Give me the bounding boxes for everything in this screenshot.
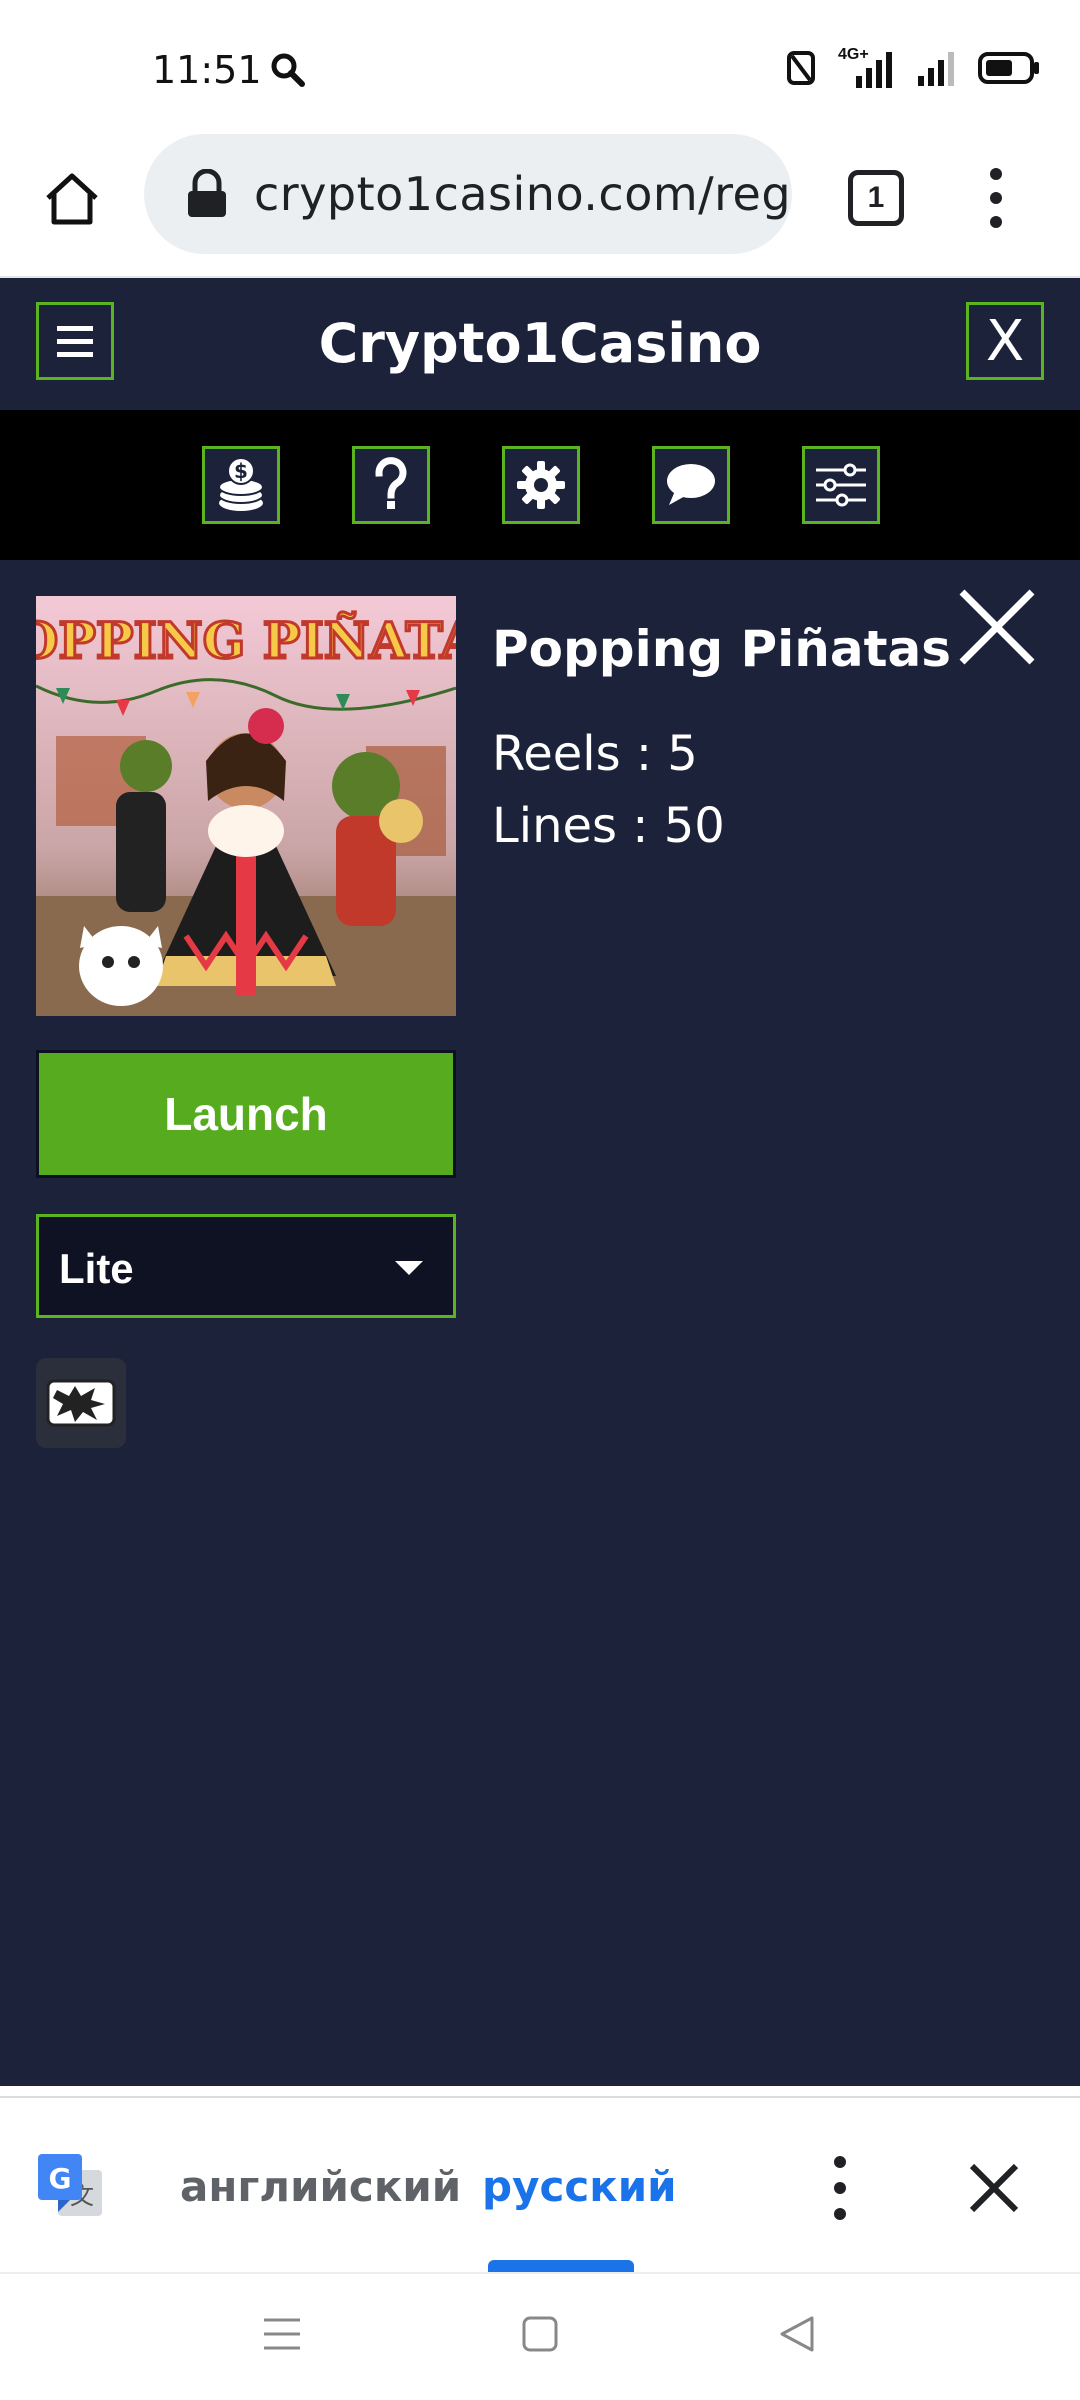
dot-icon [834, 2156, 846, 2168]
coins-icon: $ [218, 457, 264, 511]
translate-menu-button[interactable] [830, 2156, 850, 2220]
address-bar[interactable]: crypto1casino.com/regis [144, 134, 792, 254]
launch-button[interactable]: Launch [36, 1050, 456, 1178]
caret-down-icon [395, 1261, 423, 1275]
gear-icon [517, 461, 565, 509]
settings-button[interactable] [502, 446, 580, 524]
active-tab-indicator [488, 2260, 634, 2272]
dot-icon [834, 2182, 846, 2194]
help-icon [375, 457, 407, 509]
filters-button[interactable] [802, 446, 880, 524]
game-detail-panel: POPPING PIÑATAS Popping Piñatas Reels : … [0, 560, 1080, 2090]
browser-toolbar: crypto1casino.com/regis 1 [0, 132, 1080, 278]
dot-icon [990, 192, 1002, 204]
home-button[interactable] [36, 162, 108, 234]
square-icon [522, 2316, 558, 2352]
close-icon [959, 589, 1035, 665]
back-triangle-icon [780, 2316, 814, 2352]
game-lines: Lines : 50 [492, 798, 725, 854]
target-language-tab[interactable]: русский [482, 2162, 677, 2211]
battery-icon [978, 52, 1040, 89]
mode-select-value: Lite [59, 1245, 134, 1292]
recent-apps-button[interactable] [262, 2314, 302, 2359]
dot-icon [990, 216, 1002, 228]
sliders-icon [816, 463, 866, 507]
home-icon [46, 173, 98, 225]
search-icon [270, 52, 306, 93]
svg-text:G: G [49, 2162, 72, 2195]
signal-icon [916, 50, 956, 91]
dot-icon [990, 168, 1002, 180]
close-panel-button[interactable] [956, 586, 1038, 668]
dot-icon [834, 2208, 846, 2220]
nfc-icon [786, 50, 816, 91]
content-divider [0, 2086, 1080, 2090]
game-art-title: POPPING PIÑATAS [36, 611, 456, 670]
site-header: Crypto1Casino X [0, 278, 1080, 410]
status-bar: 11:51 4G+ [0, 0, 1080, 132]
back-nav-button[interactable] [778, 2314, 818, 2359]
home-nav-button[interactable] [520, 2314, 560, 2359]
url-text: crypto1casino.com/regis [254, 167, 792, 221]
svg-text:$: $ [234, 459, 248, 483]
source-language-tab[interactable]: английский [180, 2162, 461, 2211]
coins-button[interactable]: $ [202, 446, 280, 524]
chat-icon [667, 464, 715, 505]
translate-bar: 文 G английский русский [0, 2096, 1080, 2272]
status-time: 11:51 [152, 48, 262, 92]
lock-icon [188, 169, 226, 217]
menu-lines-icon [264, 2318, 300, 2350]
game-title: Popping Piñatas [492, 620, 952, 678]
game-artwork: POPPING PIÑATAS [36, 596, 456, 1016]
effects-toggle-button[interactable] [36, 1358, 126, 1448]
tab-switcher-button[interactable]: 1 [848, 170, 904, 226]
casino-toolbar: $ [0, 410, 1080, 560]
close-icon [969, 2163, 1019, 2213]
header-close-button[interactable]: X [966, 302, 1044, 380]
translate-close-button[interactable] [966, 2160, 1022, 2216]
mobile-signal-icon: 4G+ [838, 46, 894, 90]
browser-menu-button[interactable] [978, 162, 1014, 234]
site-title: Crypto1Casino [318, 312, 762, 375]
fullscreen-effects-icon [46, 1379, 116, 1427]
status-indicators: 4G+ [786, 46, 1040, 91]
mode-select[interactable]: Lite [36, 1214, 456, 1318]
system-nav-bar [0, 2272, 1080, 2400]
google-translate-icon: 文 G [36, 2152, 106, 2222]
chat-button[interactable] [652, 446, 730, 524]
game-reels: Reels : 5 [492, 726, 698, 782]
game-thumbnail[interactable]: POPPING PIÑATAS [36, 596, 456, 1016]
help-button[interactable] [352, 446, 430, 524]
